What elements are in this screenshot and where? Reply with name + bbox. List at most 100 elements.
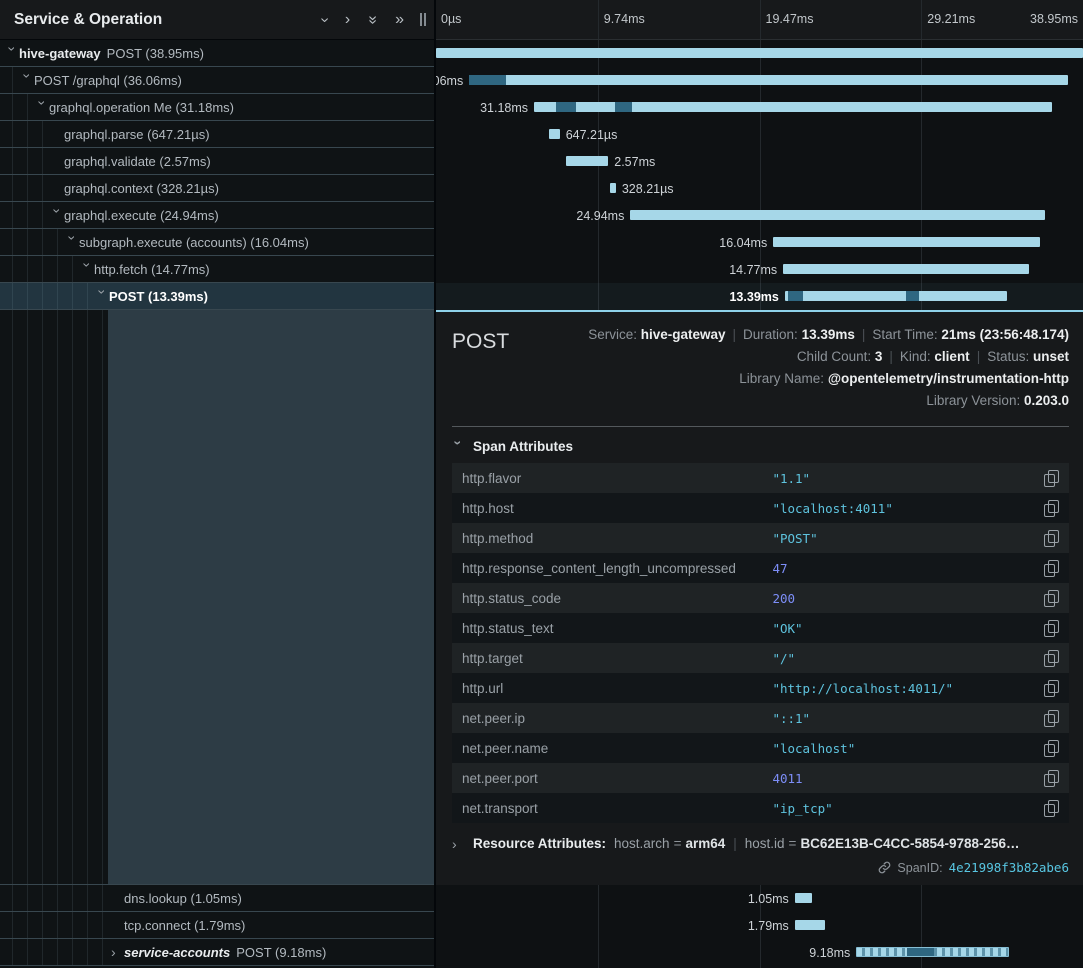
copy-icon[interactable]	[1044, 500, 1059, 517]
copy-icon[interactable]	[1044, 710, 1059, 727]
indent-guide	[42, 256, 43, 282]
indent-guide	[27, 310, 28, 884]
timeline-row[interactable]: 328.21µs	[436, 175, 1083, 202]
chevron-right-icon[interactable]	[345, 12, 350, 28]
span-duration-bar[interactable]	[773, 237, 1039, 247]
span-duration-bar[interactable]	[856, 947, 1008, 957]
span-tree-row[interactable]: graphql.execute (24.94ms)	[0, 202, 434, 229]
timeline-row[interactable]: 31.18ms	[436, 94, 1083, 121]
span-duration-bar[interactable]	[795, 893, 812, 903]
span-tree-row[interactable]: http.fetch (14.77ms)	[0, 256, 434, 283]
double-chevron-right-icon[interactable]	[395, 12, 404, 28]
span-tree-panel: Service & Operation hive-gatewayPOST (38…	[0, 0, 436, 968]
timeline-row[interactable]: 24.94ms	[436, 202, 1083, 229]
chevron-down-icon[interactable]	[36, 101, 50, 114]
chevron-down-icon[interactable]	[66, 236, 80, 249]
attribute-value: "1.1"	[772, 471, 1044, 486]
attribute-row: net.peer.port4011	[452, 763, 1069, 793]
indent-guide	[42, 175, 43, 201]
separator: |	[725, 836, 745, 851]
equals-sign: =	[670, 836, 686, 851]
span-tree-top: hive-gatewayPOST (38.95ms)POST /graphql …	[0, 40, 434, 310]
metadata-value: unset	[1033, 349, 1069, 364]
timeline-row[interactable]: 38.95ms	[436, 40, 1083, 67]
timeline-row[interactable]: 1.05ms	[436, 885, 1083, 912]
chevron-down-icon[interactable]	[6, 47, 20, 60]
span-attributes-table: http.flavor"1.1"http.host"localhost:4011…	[452, 463, 1069, 823]
span-tree-row[interactable]: graphql.operation Me (31.18ms)	[0, 94, 434, 121]
indent-guide	[87, 885, 88, 911]
span-tree-row[interactable]: subgraph.execute (accounts) (16.04ms)	[0, 229, 434, 256]
panel-resize-grip[interactable]	[420, 13, 426, 26]
metadata-line: Service: hive-gateway|Duration: 13.39ms|…	[509, 324, 1069, 346]
span-duration-bar[interactable]	[436, 48, 1083, 58]
span-tree-row[interactable]: POST (13.39ms)	[0, 283, 434, 310]
span-tree-row[interactable]: tcp.connect (1.79ms)	[0, 912, 434, 939]
span-detail-panel: POST Service: hive-gateway|Duration: 13.…	[436, 310, 1083, 885]
tree-panel-header: Service & Operation	[0, 0, 434, 40]
span-duration-bar[interactable]	[534, 102, 1052, 112]
resource-value: arm64	[685, 836, 725, 851]
span-duration-bar[interactable]	[549, 129, 560, 139]
span-duration-bar[interactable]	[566, 156, 609, 166]
chevron-down-icon[interactable]	[316, 17, 332, 22]
span-attributes-toggle[interactable]: Span Attributes	[452, 439, 1069, 454]
span-duration-bar[interactable]	[783, 264, 1028, 274]
span-tree-row[interactable]: graphql.context (328.21µs)	[0, 175, 434, 202]
timeline-row[interactable]: 13.39ms	[436, 283, 1083, 310]
indent-guide	[42, 283, 43, 309]
attribute-key: net.transport	[462, 801, 772, 816]
copy-icon[interactable]	[1044, 650, 1059, 667]
chevron-down-icon[interactable]	[21, 74, 35, 87]
copy-icon[interactable]	[1044, 560, 1059, 577]
copy-icon[interactable]	[1044, 680, 1059, 697]
span-tree-row[interactable]: graphql.validate (2.57ms)	[0, 148, 434, 175]
timeline-row[interactable]: 36.06ms	[436, 67, 1083, 94]
link-icon[interactable]	[878, 861, 891, 874]
timeline-row[interactable]: 16.04ms	[436, 229, 1083, 256]
attribute-value: "localhost"	[772, 741, 1044, 756]
indent-guide	[12, 202, 13, 228]
chevron-right-icon[interactable]	[111, 945, 124, 959]
span-duration-bar[interactable]	[795, 920, 825, 930]
attribute-row: net.transport"ip_tcp"	[452, 793, 1069, 823]
indent-guide	[27, 256, 28, 282]
indent-guide	[57, 310, 58, 884]
copy-icon[interactable]	[1044, 590, 1059, 607]
indent-guide	[57, 283, 58, 309]
span-duration-bar[interactable]	[610, 183, 615, 193]
resource-attributes-toggle[interactable]: Resource Attributes: host.arch=arm64|hos…	[452, 836, 1069, 851]
timeline-row[interactable]: 2.57ms	[436, 148, 1083, 175]
chevron-down-icon[interactable]	[81, 263, 95, 276]
span-tree-row[interactable]: graphql.parse (647.21µs)	[0, 121, 434, 148]
copy-icon[interactable]	[1044, 620, 1059, 637]
attribute-value: "ip_tcp"	[772, 801, 1044, 816]
timeline-row[interactable]: 9.18ms	[436, 939, 1083, 966]
span-tree-row[interactable]: service-accountsPOST (9.18ms)	[0, 939, 434, 966]
copy-icon[interactable]	[1044, 740, 1059, 757]
span-tree-row[interactable]: POST /graphql (36.06ms)	[0, 67, 434, 94]
timeline-row[interactable]: 14.77ms	[436, 256, 1083, 283]
duration-label: 9.18ms	[809, 946, 850, 960]
indent-guide	[27, 229, 28, 255]
chevron-down-icon[interactable]	[51, 209, 65, 222]
indent-guide	[102, 310, 103, 884]
span-duration-bar[interactable]	[469, 75, 1068, 85]
double-chevron-down-icon[interactable]	[365, 15, 381, 24]
chevron-down-icon[interactable]	[96, 290, 110, 303]
timeline-row[interactable]: 1.79ms	[436, 912, 1083, 939]
timeline-row[interactable]: 647.21µs	[436, 121, 1083, 148]
operation-label: http.fetch (14.77ms)	[94, 262, 210, 277]
copy-icon[interactable]	[1044, 530, 1059, 547]
copy-icon[interactable]	[1044, 800, 1059, 817]
span-duration-bar[interactable]	[785, 291, 1007, 301]
span-duration-bar[interactable]	[630, 210, 1044, 220]
expanded-row-left	[0, 310, 434, 885]
metadata-label: Library Name:	[739, 371, 828, 386]
span-tree-row[interactable]: dns.lookup (1.05ms)	[0, 885, 434, 912]
copy-icon[interactable]	[1044, 770, 1059, 787]
span-tree-row[interactable]: hive-gatewayPOST (38.95ms)	[0, 40, 434, 67]
indent-guide	[102, 939, 103, 965]
copy-icon[interactable]	[1044, 470, 1059, 487]
timeline-ruler: 0µs9.74ms19.47ms29.21ms38.95ms	[436, 0, 1083, 40]
